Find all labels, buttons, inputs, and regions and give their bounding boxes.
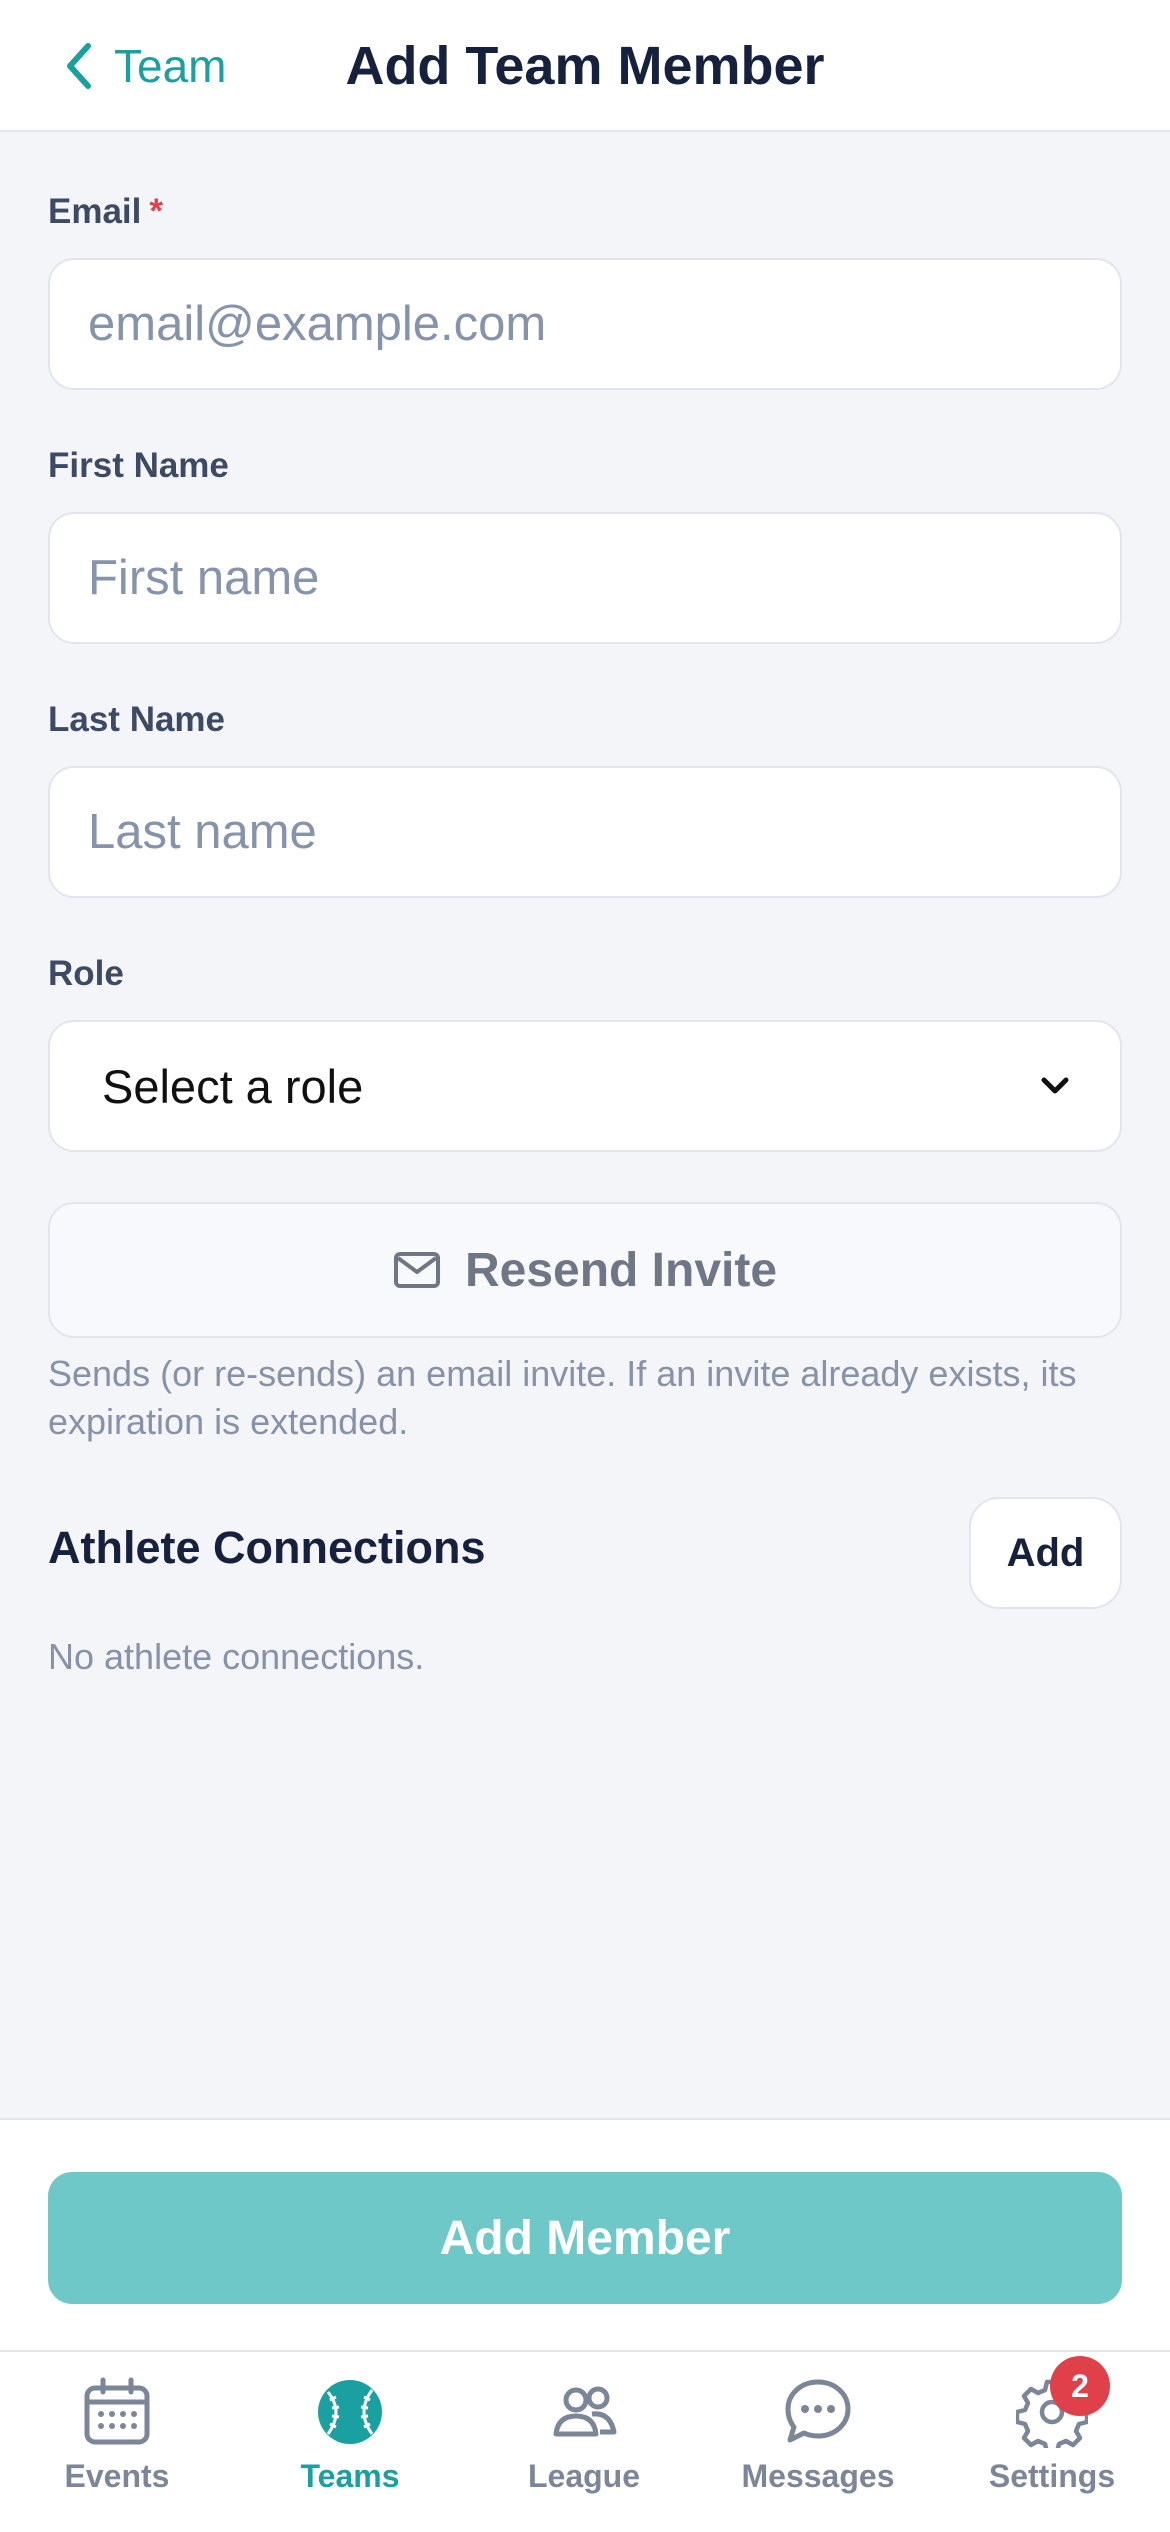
baseball-icon	[318, 2380, 382, 2444]
resend-invite-label: Resend Invite	[464, 1243, 778, 1297]
athlete-connections-title: Athlete Connections	[48, 1522, 486, 1573]
tab-league-label: League	[527, 2458, 641, 2494]
tab-messages[interactable]: Messages	[718, 2376, 918, 2516]
chevron-down-icon	[1041, 1077, 1069, 1094]
athlete-connections-empty-state: No athlete connections.	[48, 1636, 425, 1677]
add-team-member-screen: Team Add Team Member Email* First Name L…	[0, 0, 1170, 2532]
resend-invite-button[interactable]: Resend Invite	[48, 1202, 1122, 1338]
email-field-wrapper	[48, 258, 1122, 390]
last-name-field-wrapper	[48, 766, 1122, 898]
role-select-value: Select a role	[102, 1059, 364, 1113]
tab-messages-label: Messages	[741, 2458, 895, 2494]
page-title: Add Team Member	[345, 36, 825, 96]
add-member-button[interactable]: Add Member	[48, 2172, 1122, 2304]
tab-teams[interactable]: Teams	[250, 2376, 450, 2516]
nav-header: Team Add Team Member	[0, 0, 1170, 132]
tab-settings[interactable]: 2 Settings	[952, 2356, 1152, 2516]
envelope-icon	[393, 1252, 440, 1288]
tab-league[interactable]: League	[484, 2376, 684, 2516]
first-name-field-wrapper	[48, 512, 1122, 644]
tab-events-label: Events	[64, 2458, 170, 2494]
settings-notification-badge: 2	[1050, 2356, 1110, 2416]
footer-action-bar: Add Member	[0, 2118, 1170, 2350]
tab-bar: Events Teams League Messages 2 Settings	[0, 2350, 1170, 2532]
first-name-field[interactable]	[88, 550, 1082, 606]
tab-settings-label: Settings	[988, 2458, 1116, 2494]
invite-helper-text: Sends (or re-sends) an email invite. If …	[48, 1353, 1077, 1442]
email-field[interactable]	[88, 296, 1082, 352]
first-name-label: First Name	[48, 446, 229, 485]
tab-events[interactable]: Events	[17, 2376, 217, 2516]
tab-teams-label: Teams	[300, 2458, 400, 2494]
last-name-field[interactable]	[88, 804, 1082, 860]
chat-bubble-icon	[785, 2379, 851, 2443]
people-icon	[553, 2386, 617, 2437]
email-label-text: Email	[48, 192, 142, 231]
role-label: Role	[48, 954, 124, 993]
required-mark: *	[149, 192, 164, 231]
add-athlete-connection-button[interactable]: Add	[969, 1497, 1122, 1609]
calendar-icon	[84, 2377, 150, 2445]
email-label: Email *	[48, 192, 163, 232]
last-name-label: Last Name	[48, 700, 226, 739]
role-select[interactable]: Select a role	[48, 1020, 1122, 1152]
